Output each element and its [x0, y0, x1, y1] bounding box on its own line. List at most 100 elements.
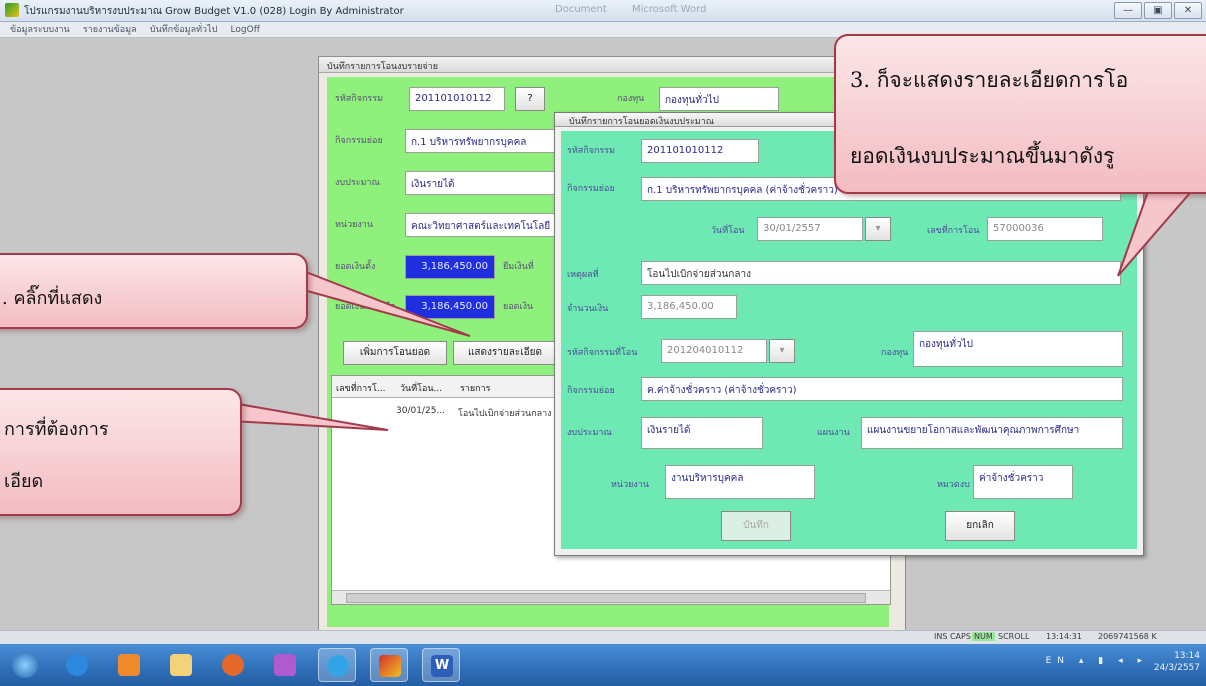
menu-records[interactable]: บันทึกข้อมูลทั่วไป	[150, 25, 217, 35]
tray-date: 24/3/2557	[1153, 663, 1200, 673]
dlg-dest-plan-field[interactable]: แผนงานขยายโอกาสและพัฒนาคุณภาพการศึกษา	[861, 417, 1123, 449]
window-controls: — ▣ ✕	[1112, 2, 1202, 19]
app-icon-5	[274, 654, 296, 676]
tray-clock[interactable]: 13:14 24/3/2557	[1154, 650, 1200, 674]
taskbar-word[interactable]: W	[422, 648, 460, 682]
tray-lang[interactable]: EN	[1046, 656, 1070, 666]
taskbar-ie[interactable]	[58, 648, 96, 682]
media-player-icon	[118, 654, 140, 676]
unit-field[interactable]: คณะวิทยาศาสตร์และเทคโนโลยี	[405, 213, 557, 237]
taskbar-firefox[interactable]	[214, 648, 252, 682]
dlg-dest-fund-label: กองทุน	[881, 348, 909, 358]
menu-reports[interactable]: รายงานข้อมูล	[83, 25, 137, 35]
callout3-line1: 3. ก็จะแสดงรายละเอียดการโอ	[850, 68, 1129, 92]
status-num: NUM	[972, 632, 995, 641]
grid-header-no[interactable]: เลขที่การโ...	[336, 381, 385, 395]
window-title: โปรแกรมงานบริหารงบประมาณ Grow Budget V1.…	[24, 6, 404, 17]
status-bar: INS CAPS NUM SCROLL 13:14:31 2069741568 …	[0, 630, 1206, 644]
amount2-field: 3,186,450.00	[405, 295, 495, 319]
callout3-line2: ยอดเงินงบประมาณขึ้นมาดังรู	[850, 144, 1115, 168]
date-picker-icon[interactable]: ▾	[865, 217, 891, 241]
callout2-line2: เอียด	[4, 471, 44, 492]
word-icon: W	[431, 655, 453, 677]
code-field[interactable]: 201101010112	[409, 87, 505, 111]
dlg-dest-code-field[interactable]: 201204010112	[661, 339, 767, 363]
app-icon-6	[327, 655, 349, 677]
dlg-date-field[interactable]: 30/01/2557	[757, 217, 863, 241]
dlg-code-field[interactable]: 201101010112	[641, 139, 759, 163]
code-label: รหัสกิจกรรม	[335, 94, 384, 104]
status-memory: 2069741568 K	[1098, 632, 1157, 641]
amount1-field: 3,186,450.00	[405, 255, 495, 279]
amount1-suffix: ยืมเงินที่	[503, 262, 534, 272]
dlg-dest-budget-field[interactable]: เงินรายได้	[641, 417, 763, 449]
dlg-dest-budget-label: งบประมาณ	[567, 428, 612, 438]
dlg-dest-code-label: รหัสกิจกรรมที่โอน	[567, 348, 638, 358]
status-scroll: SCROLL	[998, 632, 1030, 641]
dialog-title: บันทึกรายการโอนยอดเงินงบประมาณ	[569, 117, 715, 127]
grid-header-item[interactable]: รายการ	[460, 381, 491, 395]
budget-type-field[interactable]: เงินรายได้	[405, 171, 557, 195]
grid-horizontal-scrollbar[interactable]	[332, 590, 890, 604]
tray-time: 13:14	[1174, 651, 1200, 661]
show-detail-button[interactable]: แสดงรายละเอียด	[453, 341, 557, 365]
dlg-reason-label: เหตุผลที่	[567, 270, 599, 280]
taskbar-media[interactable]	[110, 648, 148, 682]
maximize-button[interactable]: ▣	[1144, 2, 1172, 19]
callout-click-detail: . คลิ๊กที่แสดง	[0, 253, 308, 329]
dlg-code-label: รหัสกิจกรรม	[567, 146, 616, 156]
dlg-date-label: วันที่โอน	[711, 226, 745, 236]
dlg-dest-unit-field[interactable]: งานบริหารบุคคล	[665, 465, 815, 499]
dest-code-lookup-icon[interactable]: ▾	[769, 339, 795, 363]
callout-select-item: การที่ต้องการ เอียด	[0, 388, 242, 516]
taskbar-app5[interactable]	[266, 648, 304, 682]
firefox-icon	[222, 654, 244, 676]
menu-system[interactable]: ข้อมูลระบบงาน	[10, 25, 70, 35]
callout-show-details: 3. ก็จะแสดงรายละเอียดการโอ ยอดเงินงบประม…	[834, 34, 1206, 194]
app-icon	[5, 3, 19, 17]
title-bar: โปรแกรมงานบริหารงบประมาณ Grow Budget V1.…	[0, 0, 1206, 22]
background-doc-title: Document Microsoft Word	[555, 4, 728, 15]
menu-logoff[interactable]: LogOff	[231, 25, 260, 35]
status-keys: INS CAPS	[934, 632, 971, 641]
dlg-amount-label: จำนวนเงิน	[567, 304, 609, 314]
callout1-text: . คลิ๊กที่แสดง	[2, 288, 103, 309]
dlg-transfer-no-field[interactable]: 57000036	[987, 217, 1103, 241]
dlg-dest-category-label: หมวดงบ	[937, 480, 970, 490]
dlg-dest-activity-label: กิจกรรมย่อย	[567, 386, 615, 396]
dlg-dest-activity-field[interactable]: ค.ค่าจ้างชั่วคราว (ค่าจ้างชั่วคราว)	[641, 377, 1123, 401]
save-button[interactable]: บันทึก	[721, 511, 791, 541]
status-time: 13:14:31	[1046, 632, 1082, 641]
cancel-button[interactable]: ยกเลิก	[945, 511, 1015, 541]
dlg-reason-field[interactable]: โอนไปเบิกจ่ายส่วนกลาง	[641, 261, 1121, 285]
minimize-button[interactable]: —	[1114, 2, 1142, 19]
grid-header-date[interactable]: วันที่โอน...	[400, 381, 442, 395]
callout2-line1: การที่ต้องการ	[4, 419, 109, 440]
doc-tab-document: Document	[555, 4, 607, 15]
unit-label: หน่วยงาน	[335, 220, 374, 230]
dlg-transfer-no-label: เลขที่การโอน	[927, 226, 980, 236]
dlg-dest-fund-field[interactable]: กองทุนทั่วไป	[913, 331, 1123, 367]
start-button[interactable]	[2, 648, 48, 682]
amount1-label: ยอดเงินตั้ง	[335, 262, 376, 272]
doc-tab-word: Microsoft Word	[632, 4, 707, 15]
dlg-amount-field[interactable]: 3,186,450.00	[641, 295, 737, 319]
amount2-label: ยอดเงินคงเหลือ	[335, 302, 396, 312]
budget-type-label: งบประมาณ	[335, 178, 380, 188]
add-transfer-button[interactable]: เพิ่มการโอนยอด	[343, 341, 447, 365]
dlg-dest-category-field[interactable]: ค่าจ้างชั่วคราว	[973, 465, 1073, 499]
taskbar-growbudget[interactable]	[370, 648, 408, 682]
grid-cell-date: 30/01/25...	[396, 406, 446, 416]
grid-cell-item: โอนไปเบิกจ่ายส่วนกลาง	[458, 409, 552, 419]
windows-logo-icon	[12, 652, 38, 678]
help-button[interactable]: ?	[515, 87, 545, 111]
amount2-suffix: ยอดเงิน	[503, 302, 534, 312]
taskbar-app6[interactable]	[318, 648, 356, 682]
scroll-thumb[interactable]	[346, 593, 866, 603]
fund-label: กองทุน	[617, 94, 645, 104]
close-button[interactable]: ✕	[1174, 2, 1202, 19]
activity-field[interactable]: ก.1 บริหารทรัพยากรบุคคล	[405, 129, 557, 153]
fund-field[interactable]: กองทุนทั่วไป	[659, 87, 779, 111]
dlg-dest-plan-label: แผนงาน	[817, 428, 850, 438]
taskbar-explorer[interactable]	[162, 648, 200, 682]
